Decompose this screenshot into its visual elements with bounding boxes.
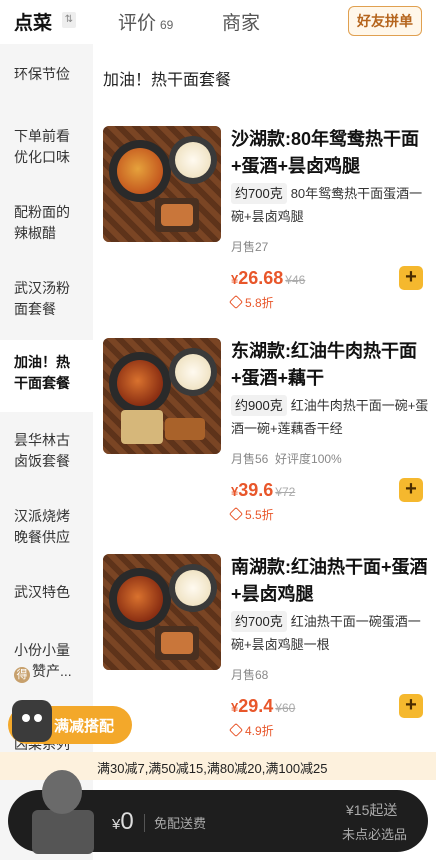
dish-price: ¥26.68 ¥46: [231, 268, 305, 289]
cart-total: ¥0: [112, 808, 134, 836]
discount-text: 4.9折: [245, 724, 274, 738]
dish-list: 加油！热干面套餐 沙湖款:80年鸳鸯热干面+蛋酒+昙卤鸡腿 约700克 80年鸳鸯…: [93, 44, 436, 860]
dish-name: 南湖款:红油热干面+蛋酒+昙卤鸡腿: [231, 557, 428, 604]
cart-mascot-icon[interactable]: [24, 770, 102, 858]
minimum-order: ¥15起送: [346, 802, 398, 818]
badge-icon: 得: [14, 667, 30, 683]
price-value: 39.6: [238, 480, 274, 500]
discount-tag-icon: [228, 294, 244, 310]
price-value: 26.68: [238, 268, 284, 288]
discount-tiers-text: 满30减7,满50减15,满80减20,满100减25: [97, 761, 328, 776]
tab-reviews[interactable]: 评价: [118, 8, 156, 35]
sidebar-item-label: 加油！热干面套餐: [14, 354, 70, 391]
dish-description: 约900克 红油牛肉热干面一碗+蛋酒一碗+莲藕香干经: [231, 394, 429, 440]
sidebar-item-vinegar[interactable]: 配粉面的辣椒醋: [0, 202, 80, 244]
sidebar-item-braised-rice[interactable]: 昙华林古卤饭套餐: [0, 430, 80, 472]
discount-tag: 5.5折: [228, 506, 274, 523]
dish-card[interactable]: 南湖款:红油热干面+蛋酒+昙卤鸡腿 约700克 红油热干面一碗蛋酒一碗+昙卤鸡腿一…: [93, 554, 436, 764]
sidebar-item-eco[interactable]: 环保节俭: [0, 64, 93, 85]
sidebar-item-label: 武汉特色: [14, 584, 70, 600]
sidebar-item-bbq[interactable]: 汉派烧烤晚餐供应: [0, 506, 80, 548]
discount-tag: 4.9折: [228, 722, 274, 739]
cart-divider: [144, 814, 145, 832]
monthly-sales: 月售27: [231, 240, 269, 254]
sidebar-item-label: 汉派烧烤晚餐供应: [14, 508, 70, 545]
discount-text: 5.5折: [245, 508, 274, 522]
add-to-cart-button[interactable]: +: [399, 266, 423, 290]
monthly-sales: 月售56 好评度100%: [231, 450, 342, 467]
sidebar-item-label: 环保节俭: [14, 66, 70, 82]
dish-price: ¥39.6 ¥72: [231, 480, 295, 501]
top-tab-bar: 点菜 ⇅ 评价 69 商家 好友拼单: [0, 0, 436, 44]
add-to-cart-button[interactable]: +: [399, 478, 423, 502]
dish-description: 约700克 80年鸳鸯热干面蛋酒一碗+昙卤鸡腿: [231, 182, 429, 228]
monthly-sales: 月售68: [231, 668, 269, 682]
sidebar-item-soup-noodle[interactable]: 武汉汤粉面套餐: [0, 278, 80, 320]
price-value: 29.4: [238, 696, 274, 716]
original-price: ¥60: [275, 701, 296, 715]
delivery-fee-note: 免配送费: [154, 816, 207, 831]
monthly-sales-text: 月售56: [231, 452, 269, 466]
sidebar-item-wuhan-special[interactable]: 武汉特色: [0, 582, 93, 603]
original-price: ¥46: [285, 273, 306, 287]
discount-tag-icon: [228, 506, 244, 522]
sidebar-item-hot-dry-noodle[interactable]: 加油！热干面套餐: [0, 340, 93, 412]
checkout-required-note[interactable]: 未点必选品: [342, 824, 407, 843]
sidebar-item-label: 下单前看优化口味: [14, 128, 70, 165]
weight-tag: 约900克: [231, 395, 287, 416]
tab-menu[interactable]: 点菜: [14, 8, 52, 35]
cart-total-value: 0: [120, 808, 134, 835]
dish-card[interactable]: 东湖款:红油牛肉热干面+蛋酒+藕干 约900克 红油牛肉热干面一碗+蛋酒一碗+莲藕…: [93, 338, 436, 548]
dish-description: 约700克 红油热干面一碗蛋酒一碗+昙卤鸡腿一根: [231, 610, 429, 656]
review-count: 69: [160, 18, 174, 32]
discount-text: 5.8折: [245, 296, 274, 310]
sidebar-item-label: 昙华林古卤饭套餐: [14, 432, 70, 469]
dish-price: ¥29.4 ¥60: [231, 696, 295, 717]
sort-icon[interactable]: ⇅: [62, 12, 76, 28]
sidebar-item-label: 配粉面的辣椒醋: [14, 204, 70, 241]
sidebar-item-label: 武汉汤粉面套餐: [14, 280, 70, 317]
robot-mascot-icon: [12, 700, 52, 742]
dish-image[interactable]: [103, 126, 221, 242]
sidebar-item-taste[interactable]: 下单前看优化口味: [0, 126, 80, 168]
dish-name: 沙湖款:80年鸳鸯热干面+蛋酒+昙卤鸡腿: [231, 129, 420, 176]
section-title: 加油！热干面套餐: [103, 72, 232, 89]
rating-text: 好评度100%: [275, 452, 342, 466]
promo-combo-button[interactable]: 满减搭配: [8, 700, 132, 744]
weight-tag: 约700克: [231, 611, 287, 632]
discount-tag-icon: [228, 722, 244, 738]
dish-image[interactable]: [103, 554, 221, 670]
dish-image[interactable]: [103, 338, 221, 454]
promo-combo-label: 满减搭配: [54, 718, 115, 735]
tab-shop[interactable]: 商家: [222, 8, 260, 35]
sidebar-item-small-portion[interactable]: 小份小量 得赞产...: [0, 640, 93, 683]
discount-tag: 5.8折: [228, 294, 274, 311]
add-to-cart-button[interactable]: +: [399, 694, 423, 718]
dish-card[interactable]: 沙湖款:80年鸳鸯热干面+蛋酒+昙卤鸡腿 约700克 80年鸳鸯热干面蛋酒一碗+昙…: [93, 126, 436, 336]
original-price: ¥72: [275, 485, 296, 499]
group-order-button[interactable]: 好友拼单: [348, 6, 422, 36]
sidebar-item-label-2: 赞产...: [32, 663, 72, 679]
sidebar-item-label: 小份小量: [14, 642, 70, 658]
dish-name: 东湖款:红油牛肉热干面+蛋酒+藕干: [231, 341, 417, 388]
weight-tag: 约700克: [231, 183, 287, 204]
